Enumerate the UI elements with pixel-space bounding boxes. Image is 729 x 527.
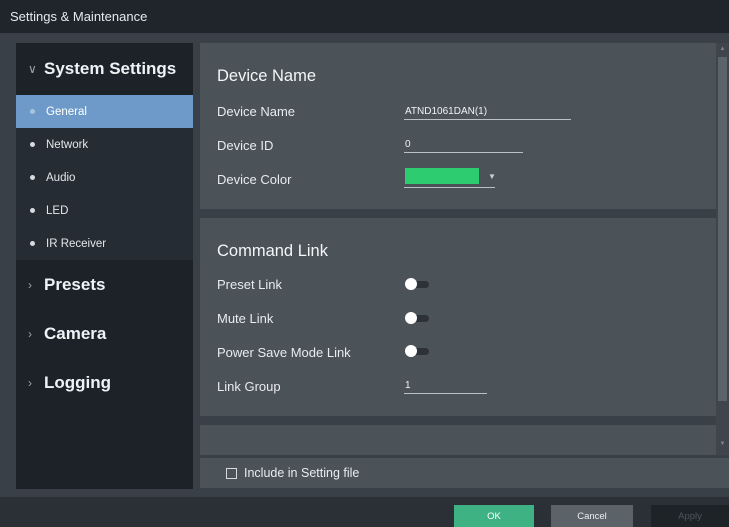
bullet-icon <box>30 109 35 114</box>
power-save-mode-link-label: Power Save Mode Link <box>217 345 351 360</box>
link-group-label: Link Group <box>217 379 281 394</box>
toggle-knob <box>405 345 417 357</box>
scroll-up-icon[interactable]: ▲ <box>716 46 729 52</box>
sidebar-group-label: Logging <box>44 372 112 392</box>
bullet-icon <box>30 175 35 180</box>
chevron-down-icon: ∨ <box>28 62 37 76</box>
next-panel <box>200 425 716 455</box>
cancel-button[interactable]: Cancel <box>551 505 633 527</box>
include-setting-bar: Include in Setting file <box>200 458 729 488</box>
content-scrollbar[interactable]: ▲ ▼ <box>716 43 729 455</box>
include-in-setting-file-label[interactable]: Include in Setting file <box>244 466 359 480</box>
sidebar-group-label: Presets <box>44 274 106 294</box>
sidebar-item-label: LED <box>46 204 69 217</box>
toggle-knob <box>405 312 417 324</box>
mute-link-label: Mute Link <box>217 311 274 326</box>
device-name-field[interactable]: ATND1061DAN(1) <box>404 104 571 120</box>
include-in-setting-file-checkbox[interactable] <box>226 468 237 479</box>
toggle-knob <box>405 278 417 290</box>
sidebar-subitems: General Network Audio LED IR Receiver <box>16 95 193 260</box>
window-title: Settings & Maintenance <box>0 0 729 33</box>
scroll-down-icon[interactable]: ▼ <box>716 441 729 447</box>
chevron-down-icon[interactable]: ▼ <box>488 172 496 181</box>
dialog-footer: OK Cancel Apply <box>0 497 729 527</box>
bullet-icon <box>30 241 35 246</box>
preset-link-toggle[interactable] <box>405 278 429 290</box>
section-title: Device Name <box>217 67 317 85</box>
chevron-right-icon: › <box>28 277 32 292</box>
chevron-right-icon: › <box>28 326 32 341</box>
sidebar-item-label: Audio <box>46 171 76 184</box>
command-link-panel: Command Link Preset Link Mute Link Power… <box>200 218 716 416</box>
chevron-right-icon: › <box>28 375 32 390</box>
apply-button[interactable]: Apply <box>651 505 729 527</box>
power-save-mode-link-toggle[interactable] <box>405 345 429 357</box>
sidebar-group-presets[interactable]: › Presets <box>16 260 193 309</box>
sidebar-item-ir-receiver[interactable]: IR Receiver <box>16 227 193 260</box>
device-name-label: Device Name <box>217 104 296 119</box>
scrollbar-thumb[interactable] <box>718 57 727 401</box>
sidebar: ∨ System Settings General Network Audio … <box>16 43 193 489</box>
device-id-label: Device ID <box>217 138 274 153</box>
bullet-icon <box>30 208 35 213</box>
sidebar-item-general[interactable]: General <box>16 95 193 128</box>
sidebar-item-led[interactable]: LED <box>16 194 193 227</box>
sidebar-group-label: Camera <box>44 323 107 343</box>
sidebar-item-label: General <box>46 105 87 118</box>
mute-link-toggle[interactable] <box>405 312 429 324</box>
sidebar-group-logging[interactable]: › Logging <box>16 358 193 407</box>
device-name-panel: Device Name Device Name ATND1061DAN(1) D… <box>200 43 716 209</box>
preset-link-label: Preset Link <box>217 277 283 292</box>
device-color-swatch[interactable] <box>405 168 479 184</box>
sidebar-item-network[interactable]: Network <box>16 128 193 161</box>
settings-content: Device Name Device Name ATND1061DAN(1) D… <box>200 43 716 455</box>
link-group-field[interactable]: 1 <box>404 378 487 394</box>
sidebar-group-system-settings[interactable]: ∨ System Settings <box>16 43 193 95</box>
ok-button[interactable]: OK <box>454 505 534 527</box>
sidebar-item-label: Network <box>46 138 89 151</box>
sidebar-group-camera[interactable]: › Camera <box>16 309 193 358</box>
sidebar-group-label: System Settings <box>44 59 177 78</box>
sidebar-item-audio[interactable]: Audio <box>16 161 193 194</box>
device-color-label: Device Color <box>217 172 292 187</box>
bullet-icon <box>30 142 35 147</box>
device-id-field[interactable]: 0 <box>404 137 523 153</box>
sidebar-item-label: IR Receiver <box>46 237 107 250</box>
section-title: Command Link <box>217 242 328 260</box>
device-color-dropdown-underline <box>404 187 495 188</box>
